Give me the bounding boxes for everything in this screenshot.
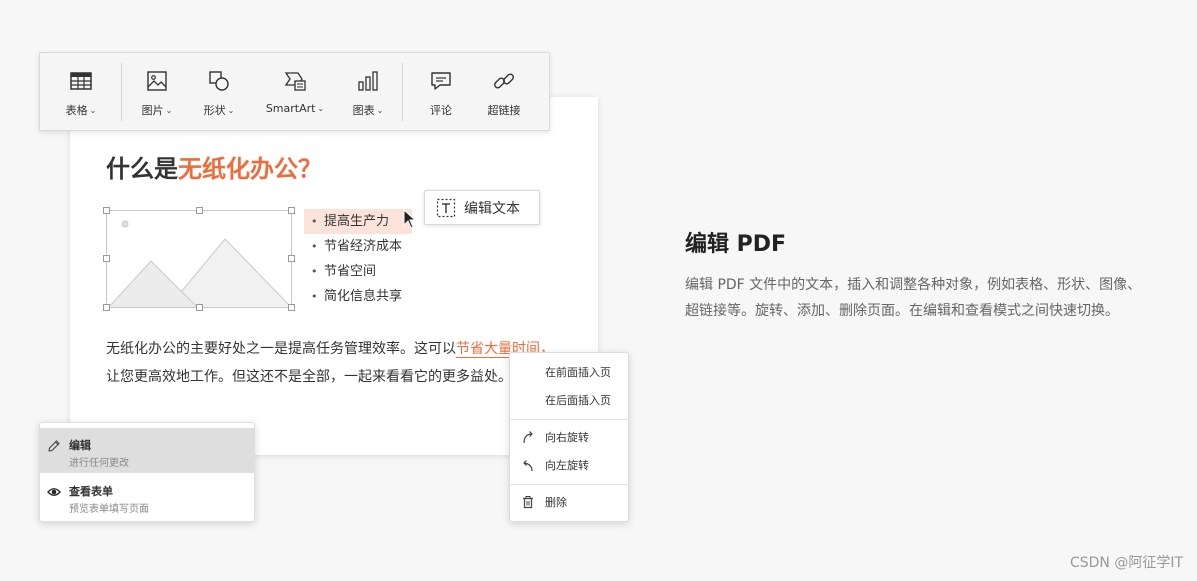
resize-handle-br[interactable] [288, 304, 295, 311]
toolbar-image-label: 图片 [141, 104, 164, 117]
bullet-item[interactable]: 节省空间 [304, 259, 412, 284]
document-title-prefix: 什么是 [106, 155, 178, 183]
bullet-item[interactable]: 提高生产力 [304, 209, 413, 234]
menu-rotate-left[interactable]: 向左旋转 [510, 453, 628, 477]
mode-switch-panel: 编辑 进行任何更改 查看表单 预览表单填写页面 [39, 422, 255, 522]
mountain-image-icon [108, 220, 291, 307]
watermark: CSDN @阿征学IT [1069, 555, 1183, 571]
link-icon [494, 73, 514, 89]
menu-insert-after-label: 在后面插入页 [545, 394, 611, 407]
document-title-accent: 无纸化办公？ [178, 155, 322, 183]
shape-icon [209, 71, 229, 91]
bullet-item[interactable]: 简化信息共享 [304, 284, 412, 309]
pencil-icon [48, 440, 60, 452]
toolbar-chart-label: 图表 [352, 104, 375, 117]
toolbar-table-label: 表格 [65, 104, 88, 117]
paragraph-text: 让您更高效地工作。但这还不是全部，一起来看看它的更多益处。 [106, 369, 512, 385]
resize-handle-tr[interactable] [288, 207, 295, 214]
resize-handle-mr[interactable] [288, 255, 295, 262]
resize-handle-bm[interactable] [196, 304, 203, 311]
mode-edit-title: 编辑 [69, 439, 91, 452]
trash-icon [523, 496, 533, 509]
menu-divider [510, 484, 628, 485]
toolbar-divider [402, 63, 403, 121]
feature-title: 编辑 PDF [685, 232, 787, 257]
menu-divider [510, 419, 628, 420]
menu-rotate-left-label: 向左旋转 [545, 459, 589, 472]
bullet-item[interactable]: 节省经济成本 [304, 234, 412, 259]
menu-rotate-right[interactable]: 向右旋转 [510, 425, 628, 449]
menu-insert-after[interactable]: 在后面插入页 [510, 388, 628, 412]
smartart-icon [284, 72, 306, 91]
edit-text-label: 编辑文本 [464, 200, 520, 217]
image-icon [147, 71, 167, 91]
mode-edit-option[interactable]: 编辑 进行任何更改 [40, 428, 254, 473]
eye-icon [47, 488, 61, 496]
resize-handle-tm[interactable] [196, 207, 203, 214]
toolbar-comment-label: 评论 [430, 104, 452, 117]
toolbar-image-button[interactable]: 图片 ⌄ [134, 53, 180, 130]
paragraph-text: 无纸化办公的主要好处之一是提高任务管理效率。这可以 [106, 341, 456, 357]
chevron-down-icon: ⌄ [165, 105, 173, 115]
toolbar-comment-button[interactable]: 评论 [418, 53, 464, 130]
insert-toolbar: 表格 ⌄ 图片 ⌄ 形状 ⌄ SmartArt ⌄ 图表 ⌄ 评论 超链接 [39, 52, 550, 131]
toolbar-shape-button[interactable]: 形状 ⌄ [196, 53, 242, 130]
resize-handle-tl[interactable] [103, 207, 110, 214]
menu-delete[interactable]: 删除 [510, 490, 628, 514]
menu-rotate-right-label: 向右旋转 [545, 431, 589, 444]
chevron-down-icon: ⌄ [227, 105, 235, 115]
text-box-icon [436, 198, 456, 217]
page-context-menu: 在前面插入页 在后面插入页 向右旋转 向左旋转 删除 [509, 352, 629, 522]
mouse-cursor-icon [403, 209, 417, 229]
menu-insert-before-label: 在前面插入页 [545, 366, 611, 379]
toolbar-smartart-button[interactable]: SmartArt ⌄ [262, 53, 328, 130]
comment-icon [431, 72, 451, 90]
toolbar-shape-label: 形状 [203, 104, 226, 117]
toolbar-link-label: 超链接 [487, 104, 521, 117]
mode-view-form-option[interactable]: 查看表单 预览表单填写页面 [40, 474, 254, 519]
edit-text-button[interactable]: 编辑文本 [424, 190, 540, 225]
document-title: 什么是无纸化办公？ [106, 149, 322, 184]
chevron-down-icon: ⌄ [89, 105, 97, 115]
rotate-right-icon [523, 431, 533, 444]
rotate-left-icon [523, 460, 533, 472]
chevron-down-icon: ⌄ [376, 105, 384, 115]
resize-handle-ml[interactable] [103, 255, 110, 262]
chevron-down-icon: ⌄ [317, 104, 325, 113]
table-icon [70, 72, 92, 90]
toolbar-divider [121, 63, 122, 121]
toolbar-table-button[interactable]: 表格 ⌄ [58, 53, 104, 130]
document-paragraph[interactable]: 无纸化办公的主要好处之一是提高任务管理效率。这可以节省大量时间，让您更高效地工作… [106, 335, 562, 391]
bullet-list: 提高生产力 节省经济成本 节省空间 简化信息共享 [304, 209, 413, 309]
image-placeholder[interactable] [106, 210, 292, 308]
mode-view-form-title: 查看表单 [69, 485, 113, 498]
feature-description: 编辑 PDF 文件中的文本，插入和调整各种对象，例如表格、形状、图像、超链接等。… [685, 277, 1142, 319]
stage: 什么是无纸化办公？ 提高生产力 节省经济成本 节省空间 简化信息共享 无纸化办公… [0, 0, 1197, 581]
resize-handle-bl[interactable] [103, 304, 110, 311]
bar-chart-icon [358, 71, 378, 91]
menu-delete-label: 删除 [545, 496, 567, 509]
menu-insert-before[interactable]: 在前面插入页 [510, 360, 628, 384]
toolbar-chart-button[interactable]: 图表 ⌄ [345, 53, 391, 130]
toolbar-smartart-label: SmartArt [265, 102, 316, 115]
toolbar-link-button[interactable]: 超链接 [481, 53, 527, 130]
mode-view-form-subtitle: 预览表单填写页面 [69, 504, 149, 515]
mode-edit-subtitle: 进行任何更改 [69, 458, 129, 469]
